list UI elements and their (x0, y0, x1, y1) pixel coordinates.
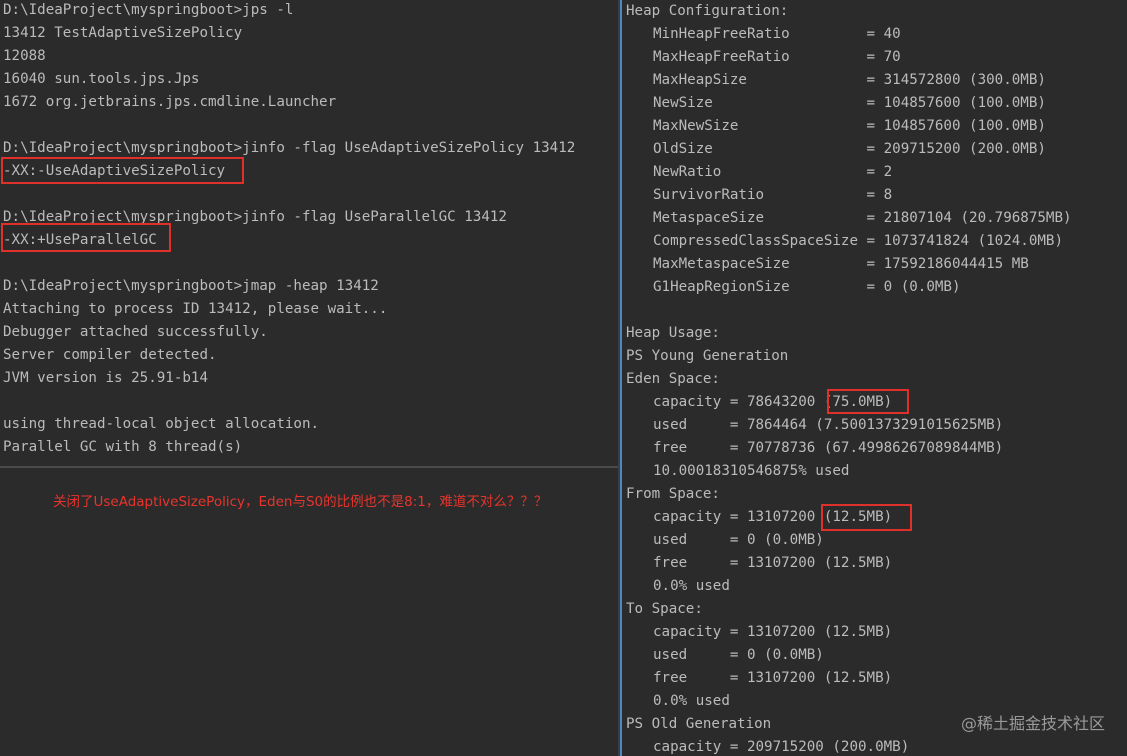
terminal-line: 13412 TestAdaptiveSizePolicy (3, 25, 243, 41)
heap-line: MaxHeapFreeRatio = 70 (653, 49, 901, 65)
annotation-text: 关闭了UseAdaptiveSizePolicy，Eden与S0的比例也不是8:… (53, 494, 548, 510)
heap-line: MetaspaceSize = 21807104 (20.796875MB) (653, 210, 1072, 226)
terminal-line: Attaching to process ID 13412, please wa… (3, 301, 388, 317)
heap-line: MinHeapFreeRatio = 40 (653, 26, 901, 42)
terminal-line: Debugger attached successfully. (3, 324, 268, 340)
heap-line: CompressedClassSpaceSize = 1073741824 (1… (653, 233, 1063, 249)
terminal-line: D:\IdeaProject\myspringboot>jinfo -flag … (3, 140, 576, 156)
heap-line: 10.00018310546875% used (653, 463, 850, 479)
terminal-line: 12088 (3, 48, 46, 64)
terminal-pane[interactable]: D:\IdeaProject\myspringboot>jps -l 13412 … (0, 0, 618, 466)
terminal-line: -XX:-UseAdaptiveSizePolicy (3, 163, 226, 179)
heap-line: used = 7864464 (7.5001373291015625MB) (653, 417, 1004, 433)
heap-line (626, 299, 1072, 322)
screenshot: D:\IdeaProject\myspringboot>jps -l 13412 … (0, 0, 1127, 756)
heap-line: 0.0% used (653, 578, 730, 594)
terminal-line: D:\IdeaProject\myspringboot>jinfo -flag … (3, 209, 507, 225)
heap-line: NewSize = 104857600 (100.0MB) (653, 95, 1046, 111)
heap-line: G1HeapRegionSize = 0 (0.0MB) (653, 279, 961, 295)
annotation-area (0, 468, 618, 756)
terminal-output: D:\IdeaProject\myspringboot>jps -l 13412 … (3, 0, 575, 459)
heap-line: MaxHeapSize = 314572800 (300.0MB) (653, 72, 1046, 88)
heap-line: Eden Space: (626, 371, 720, 387)
terminal-line: 1672 org.jetbrains.jps.cmdline.Launcher (3, 94, 337, 110)
terminal-line: D:\IdeaProject\myspringboot>jmap -heap 1… (3, 278, 379, 294)
heap-line: capacity = 13107200 (12.5MB) (653, 509, 893, 525)
watermark: @稀土掘金技术社区 (960, 714, 1105, 733)
terminal-line: 16040 sun.tools.jps.Jps (3, 71, 200, 87)
heap-output: Heap Configuration: MinHeapFreeRatio = 40… (626, 0, 1072, 756)
heap-line: From Space: (626, 486, 720, 502)
terminal-line: Parallel GC with 8 thread(s) (3, 439, 243, 455)
heap-line: free = 70778736 (67.49986267089844MB) (653, 440, 1004, 456)
heap-line: capacity = 13107200 (12.5MB) (653, 624, 893, 640)
heap-line: NewRatio = 2 (653, 164, 893, 180)
heap-line: PS Young Generation (626, 348, 789, 364)
terminal-line: -XX:+UseParallelGC (3, 232, 157, 248)
heap-line: To Space: (626, 601, 703, 617)
terminal-line: JVM version is 25.91-b14 (3, 370, 208, 386)
heap-line: SurvivorRatio = 8 (653, 187, 893, 203)
heap-line: MaxMetaspaceSize = 17592186044415 MB (653, 256, 1029, 272)
heap-line: free = 13107200 (12.5MB) (653, 555, 893, 571)
heap-line: MaxNewSize = 104857600 (100.0MB) (653, 118, 1046, 134)
heap-line: capacity = 209715200 (200.0MB) (653, 739, 910, 755)
heap-line: used = 0 (0.0MB) (653, 532, 824, 548)
heap-line: Heap Usage: (626, 325, 720, 341)
heap-line: used = 0 (0.0MB) (653, 647, 824, 663)
heap-line: OldSize = 209715200 (200.0MB) (653, 141, 1046, 157)
terminal-line: Server compiler detected. (3, 347, 217, 363)
heap-line: capacity = 78643200 (75.0MB) (653, 394, 893, 410)
terminal-line: D:\IdeaProject\myspringboot>jps -l (3, 2, 294, 18)
heap-output-pane[interactable]: Heap Configuration: MinHeapFreeRatio = 40… (622, 0, 1127, 756)
terminal-line: using thread-local object allocation. (3, 416, 320, 432)
heap-line: free = 13107200 (12.5MB) (653, 670, 893, 686)
heap-line: Heap Configuration: (626, 3, 789, 19)
